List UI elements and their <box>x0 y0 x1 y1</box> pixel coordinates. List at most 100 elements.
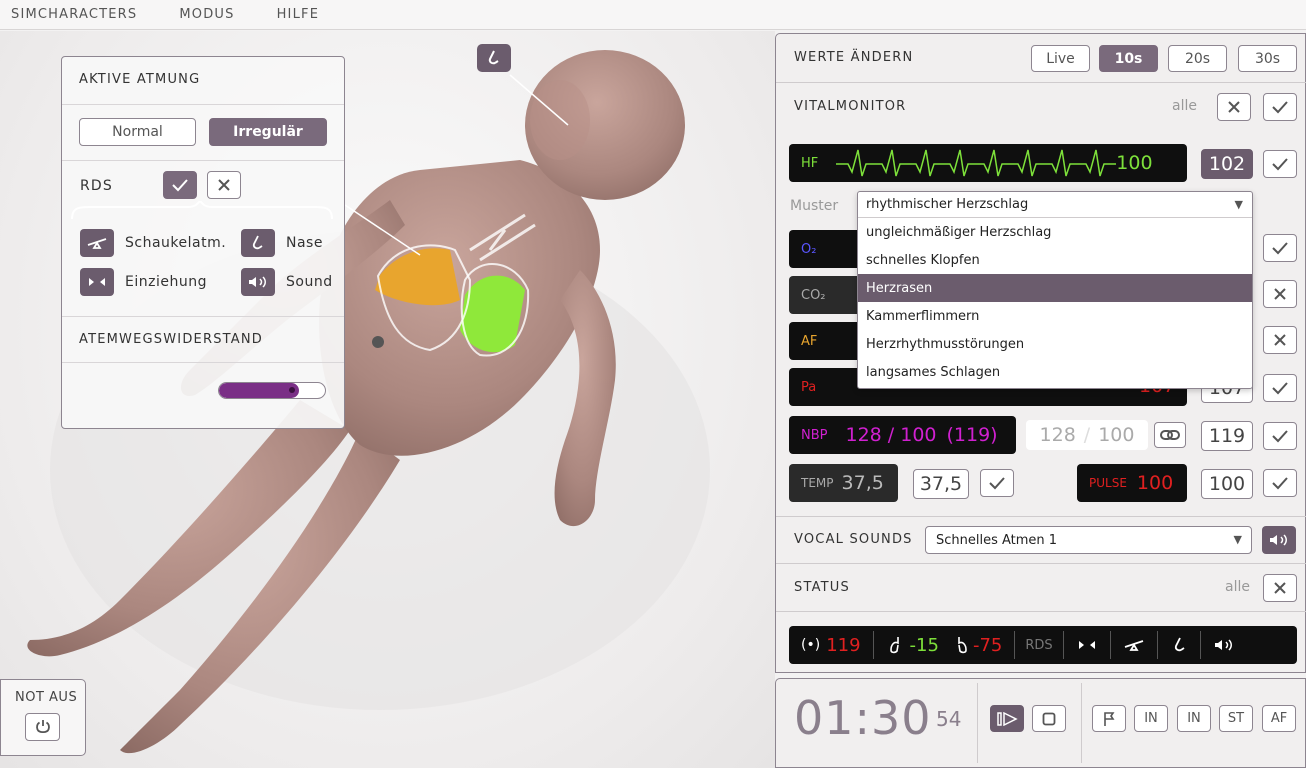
co2-cancel-button[interactable] <box>1263 280 1297 308</box>
nbp-target-value[interactable]: 119 <box>1201 421 1253 451</box>
status-divider <box>1062 631 1064 659</box>
emergency-stop-label: NOT AUS <box>15 690 78 705</box>
nbp-mean: (119) <box>946 424 998 446</box>
rds-label: RDS <box>80 178 113 194</box>
event-st-button[interactable]: ST <box>1219 705 1253 732</box>
close-icon <box>1274 288 1286 300</box>
vital-confirm-all-button[interactable] <box>1263 93 1297 121</box>
retraction-icon <box>89 278 105 286</box>
check-icon <box>172 179 188 192</box>
stop-button[interactable] <box>1032 705 1066 732</box>
check-icon <box>1272 382 1288 395</box>
status-rds: RDS <box>1025 637 1053 653</box>
vocal-select[interactable]: Schnelles Atmen 1 ▼ <box>925 526 1252 554</box>
temp-target-value[interactable]: 37,5 <box>913 469 969 499</box>
play-button[interactable] <box>990 705 1024 732</box>
check-icon <box>1272 158 1288 171</box>
retraction-toggle[interactable] <box>80 268 114 296</box>
nbp-monitor: NBP 128 / 100 (119) <box>789 416 1016 454</box>
status-divider <box>1109 631 1111 659</box>
sound-label: Sound <box>286 274 333 290</box>
nose-icon <box>1174 637 1185 652</box>
vocal-play-button[interactable] <box>1262 526 1296 554</box>
muster-selected: rhythmischer Herzschlag <box>866 197 1029 212</box>
nose-marker[interactable] <box>477 44 511 72</box>
vital-title: VITALMONITOR <box>794 99 907 114</box>
status-cancel-all-button[interactable] <box>1263 574 1297 602</box>
breathing-mode-row: Normal Irregulär <box>62 105 344 161</box>
nbp-value: 128 / 100 <box>845 424 937 446</box>
check-icon <box>1272 242 1288 255</box>
hf-target-value[interactable]: 102 <box>1201 149 1253 179</box>
timer-panel: 01:30 54 IN IN ST AF <box>775 678 1306 768</box>
sound-icon <box>249 276 266 288</box>
nbp-link-button[interactable] <box>1154 422 1186 448</box>
rds-cancel-button[interactable] <box>207 171 241 199</box>
event-in-button-1[interactable]: IN <box>1134 705 1168 732</box>
flag-button[interactable] <box>1092 705 1126 732</box>
sound-icon <box>1270 534 1287 546</box>
muster-option[interactable]: langsames Schlagen <box>858 358 1252 386</box>
seesaw-label: Schaukelatm. <box>125 235 227 251</box>
check-icon <box>1272 430 1288 443</box>
muster-option[interactable]: Kammerflimmern <box>858 302 1252 330</box>
pa-confirm-button[interactable] <box>1263 374 1297 402</box>
nbp-set-display[interactable]: 128 / 100 <box>1026 420 1148 450</box>
close-icon <box>1228 101 1240 113</box>
ecg-waveform <box>836 149 1117 177</box>
emergency-stop-button[interactable] <box>25 713 60 741</box>
check-icon <box>1272 101 1288 114</box>
timer-divider <box>977 683 978 763</box>
resistance-slider-handle[interactable] <box>289 387 295 393</box>
muster-option[interactable]: schnelles Klopfen <box>858 246 1252 274</box>
seesaw-icon <box>87 238 107 249</box>
nbp-set-dia: 100 <box>1098 424 1135 446</box>
nose-icon <box>252 235 263 250</box>
status-all-label: alle <box>1225 579 1250 595</box>
mode-20s-button[interactable]: 20s <box>1168 45 1227 72</box>
muster-dropdown[interactable]: rhythmischer Herzschlag ▼ ungleichmäßige… <box>857 191 1253 389</box>
event-af-button[interactable]: AF <box>1262 705 1296 732</box>
resistance-header: ATEMWEGSWIDERSTAND <box>62 317 344 363</box>
mode-30s-button[interactable]: 30s <box>1238 45 1297 72</box>
mode-normal-button[interactable]: Normal <box>79 118 196 146</box>
vital-header: VITALMONITOR alle <box>776 83 1306 131</box>
menu-hilfe[interactable]: HILFE <box>277 7 320 22</box>
muster-option[interactable]: Herzrhythmusstörungen <box>858 330 1252 358</box>
mode-10s-button[interactable]: 10s <box>1099 45 1158 72</box>
muster-option-highlighted[interactable]: Herzrasen <box>858 274 1252 302</box>
nbp-confirm-button[interactable] <box>1263 422 1297 450</box>
resistance-slider[interactable] <box>218 382 326 399</box>
resistance-title: ATEMWEGSWIDERSTAND <box>79 332 264 347</box>
sound-toggle[interactable] <box>241 268 275 296</box>
timer-time: 01:30 <box>794 691 932 745</box>
muster-option[interactable]: ungleichmäßiger Herzschlag <box>858 218 1252 246</box>
hf-label: HF <box>801 155 819 171</box>
status-divider <box>1014 631 1016 659</box>
nose-toggle[interactable] <box>241 229 275 257</box>
chevron-down-icon: ▼ <box>1234 198 1243 211</box>
event-in-button-2[interactable]: IN <box>1177 705 1211 732</box>
close-icon <box>1274 582 1286 594</box>
menu-modus[interactable]: MODUS <box>179 7 234 22</box>
hf-value: 100 <box>1116 152 1153 174</box>
menu-simcharacters[interactable]: SIMCHARACTERS <box>11 7 137 22</box>
retraction-label: Einziehung <box>125 274 207 290</box>
pulse-confirm-button[interactable] <box>1263 469 1297 497</box>
hf-confirm-button[interactable] <box>1263 150 1297 178</box>
mode-live-button[interactable]: Live <box>1031 45 1090 72</box>
rds-confirm-button[interactable] <box>163 171 197 199</box>
sound-icon <box>1214 639 1232 651</box>
af-cancel-button[interactable] <box>1263 326 1297 354</box>
o2-confirm-button[interactable] <box>1263 234 1297 262</box>
pulse-target-value[interactable]: 100 <box>1201 469 1253 499</box>
check-icon <box>1272 477 1288 490</box>
temp-confirm-button[interactable] <box>980 469 1014 497</box>
vocal-title: VOCAL SOUNDS <box>794 532 913 547</box>
breathing-title: AKTIVE ATMUNG <box>79 72 201 87</box>
muster-select[interactable]: rhythmischer Herzschlag ▼ <box>858 192 1252 218</box>
af-label: AF <box>801 333 818 349</box>
mode-irregular-button[interactable]: Irregulär <box>209 118 327 146</box>
vital-cancel-all-button[interactable] <box>1217 93 1251 121</box>
seesaw-toggle[interactable] <box>80 229 114 257</box>
